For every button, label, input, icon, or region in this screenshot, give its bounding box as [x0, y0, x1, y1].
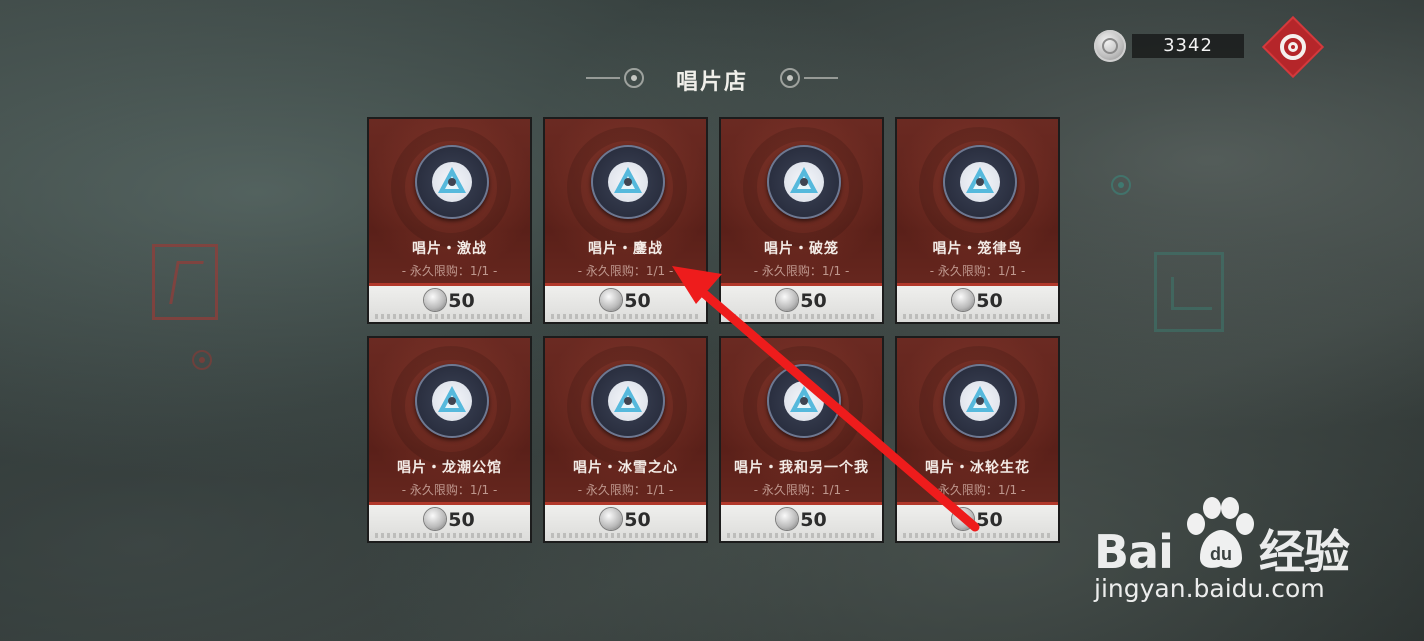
silver-coin-icon: [776, 289, 799, 311]
silver-coin-icon: [424, 508, 447, 530]
shop-item-card[interactable]: 唱片・鏖战 - 永久限购：1/1 - 50: [543, 117, 708, 324]
item-name: 唱片・激战: [412, 241, 487, 257]
item-price: 50: [448, 290, 475, 312]
shop-item-card[interactable]: 唱片・冰雪之心 - 永久限购：1/1 - 50: [543, 336, 708, 543]
item-price: 50: [624, 290, 651, 312]
item-name: 唱片・笼律鸟: [932, 241, 1023, 257]
item-name: 唱片・冰轮生花: [925, 460, 1030, 476]
price-button[interactable]: 50: [721, 502, 882, 541]
silver-coin-icon: [952, 289, 975, 311]
currency-display: 3342: [1094, 30, 1244, 62]
shop-item-card[interactable]: 唱片・破笼 - 永久限购：1/1 - 50: [719, 117, 884, 324]
item-name: 唱片・龙潮公馆: [397, 460, 502, 476]
title-ornament-left-icon: [624, 68, 644, 88]
shop-item-card[interactable]: 唱片・龙潮公馆 - 永久限购：1/1 - 50: [367, 336, 532, 543]
title-ornament-right-icon: [780, 68, 800, 88]
item-price: 50: [448, 509, 475, 531]
baidu-jingyan-watermark: du Bai 经验 jingyan.baidu.com: [1088, 488, 1388, 618]
record-disc-icon: [943, 145, 1017, 219]
record-item-grid: 唱片・激战 - 永久限购：1/1 - 50 唱片・鏖战 - 永久限购：1/1 -…: [367, 117, 1060, 543]
menu-button[interactable]: [1264, 18, 1322, 76]
ring-ornament-left: [192, 350, 212, 370]
silver-coin-icon: [952, 508, 975, 530]
shop-item-card[interactable]: 唱片・冰轮生花 - 永久限购：1/1 - 50: [895, 336, 1060, 543]
price-button[interactable]: 50: [369, 502, 530, 541]
purchase-limit: - 永久限购：1/1 -: [929, 264, 1026, 278]
item-price: 50: [624, 509, 651, 531]
watermark-brand: Bai: [1094, 525, 1174, 579]
price-button[interactable]: 50: [721, 283, 882, 322]
page-title: 唱片店: [675, 70, 748, 95]
item-name: 唱片・我和另一个我: [734, 460, 869, 476]
item-name: 唱片・冰雪之心: [573, 460, 678, 476]
ring-ornament-right: [1111, 175, 1131, 195]
purchase-limit: - 永久限购：1/1 -: [929, 483, 1026, 497]
item-price: 50: [976, 290, 1003, 312]
seal-emblem-left: [152, 244, 218, 320]
record-disc-icon: [591, 145, 665, 219]
shop-item-card[interactable]: 唱片・我和另一个我 - 永久限购：1/1 - 50: [719, 336, 884, 543]
page-title-banner: 唱片店: [584, 60, 840, 96]
item-price: 50: [800, 290, 827, 312]
record-disc-icon: [415, 145, 489, 219]
shop-item-card[interactable]: 唱片・激战 - 永久限购：1/1 - 50: [367, 117, 532, 324]
item-price: 50: [800, 509, 827, 531]
game-background: 3342 唱片店 唱片・激战 - 永久限购：1/1 - 50 唱片・鏖战 - 永…: [0, 0, 1424, 641]
price-button[interactable]: 50: [897, 283, 1058, 322]
silver-coin-icon: [776, 508, 799, 530]
silver-coin-icon: [424, 289, 447, 311]
price-button[interactable]: 50: [369, 283, 530, 322]
watermark-url: jingyan.baidu.com: [1094, 574, 1325, 603]
record-disc-icon: [591, 364, 665, 438]
price-button[interactable]: 50: [545, 502, 706, 541]
item-name: 唱片・破笼: [764, 241, 839, 257]
record-disc-icon: [767, 145, 841, 219]
shop-item-card[interactable]: 唱片・笼律鸟 - 永久限购：1/1 - 50: [895, 117, 1060, 324]
price-button[interactable]: 50: [897, 502, 1058, 541]
seal-emblem-right: [1154, 252, 1224, 332]
item-price: 50: [976, 509, 1003, 531]
currency-amount: 3342: [1132, 34, 1244, 58]
silver-coin-icon: [1094, 30, 1126, 62]
price-button[interactable]: 50: [545, 283, 706, 322]
record-disc-icon: [943, 364, 1017, 438]
watermark-brand-suffix: 经验: [1258, 525, 1350, 579]
record-disc-icon: [415, 364, 489, 438]
purchase-limit: - 永久限购：1/1 -: [753, 483, 850, 497]
purchase-limit: - 永久限购：1/1 -: [401, 483, 498, 497]
purchase-limit: - 永久限购：1/1 -: [577, 483, 674, 497]
silver-coin-icon: [600, 508, 623, 530]
record-disc-icon: [767, 364, 841, 438]
purchase-limit: - 永久限购：1/1 -: [401, 264, 498, 278]
purchase-limit: - 永久限购：1/1 -: [577, 264, 674, 278]
item-name: 唱片・鏖战: [588, 241, 663, 257]
purchase-limit: - 永久限购：1/1 -: [753, 264, 850, 278]
silver-coin-icon: [600, 289, 623, 311]
